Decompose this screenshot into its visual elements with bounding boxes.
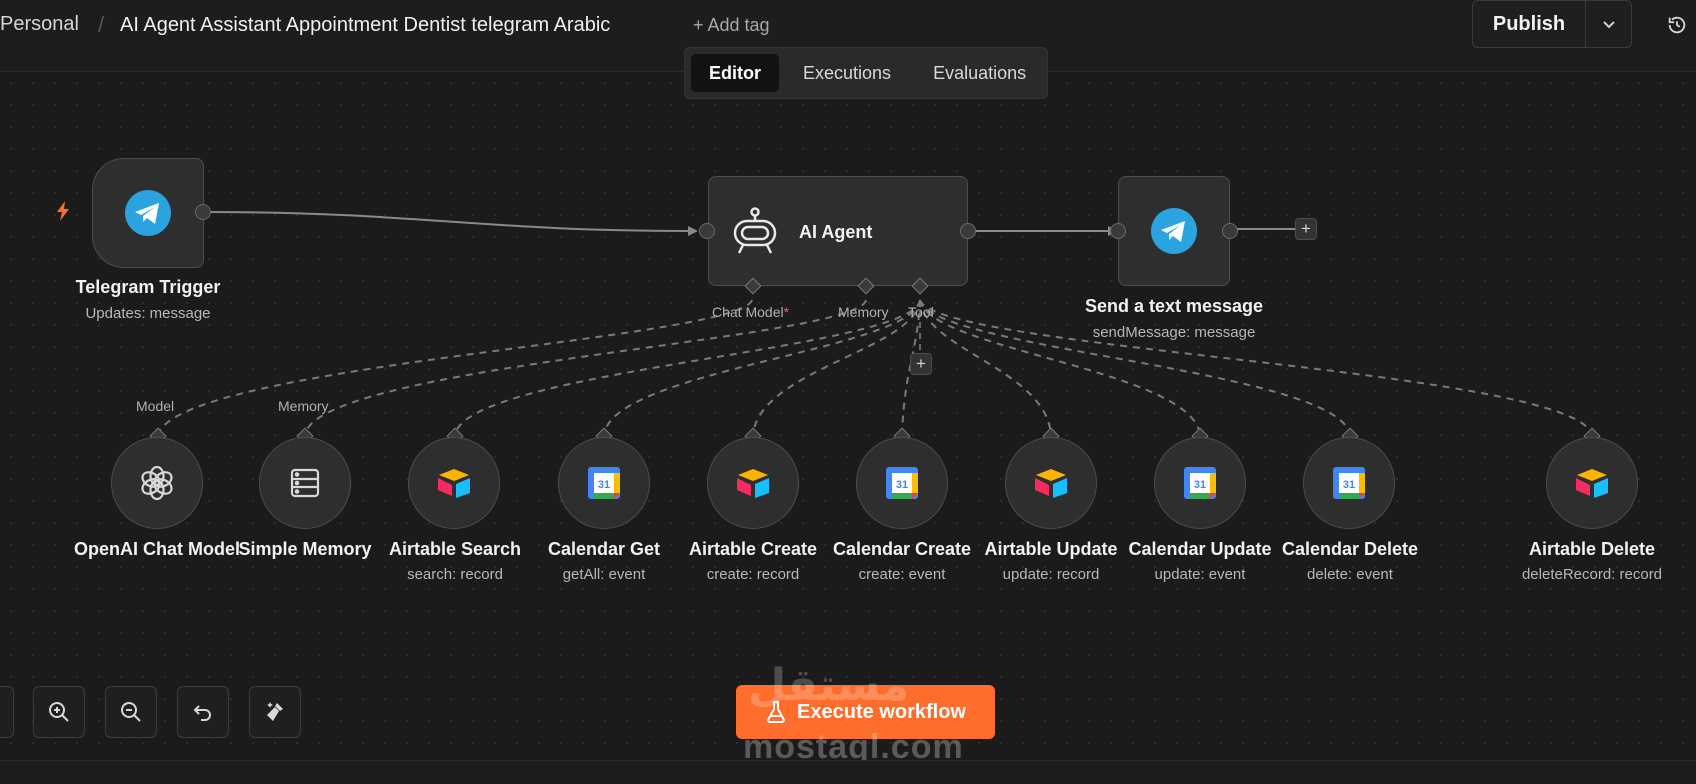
chat-model-port-label: Chat Model* [712, 304, 790, 320]
airtable-delete-subtitle: deleteRecord: record [1521, 566, 1663, 583]
telegram-trigger-output-port[interactable] [195, 204, 211, 220]
tidy-up-icon [267, 702, 283, 721]
zoom-in-button[interactable] [33, 686, 85, 738]
airtable-icon [737, 469, 769, 498]
memory-icon [290, 468, 320, 498]
publish-button[interactable]: Publish [1473, 1, 1586, 47]
calendar-day-text: 31 [896, 479, 908, 491]
telegram-icon [1151, 208, 1197, 254]
tab-editor[interactable]: Editor [691, 54, 779, 92]
chevron-down-icon [1602, 21, 1615, 29]
ai-agent-input-port[interactable] [699, 223, 715, 239]
flask-icon [767, 701, 786, 723]
tool-port-label: Tool [908, 304, 934, 320]
google-calendar-icon: 31 [588, 467, 620, 499]
google-calendar-icon: 31 [886, 467, 918, 499]
airtable-icon [1035, 469, 1067, 498]
execute-workflow-button[interactable]: Execute workflow [736, 685, 995, 739]
airtable-search-node[interactable] [408, 437, 500, 529]
tab-evaluations[interactable]: Evaluations [915, 54, 1044, 92]
publish-options-button[interactable] [1586, 1, 1631, 47]
calendar-delete-node[interactable]: 31 [1303, 437, 1395, 529]
add-next-node-button[interactable]: + [1295, 218, 1317, 240]
add-tag-button[interactable]: + Add tag [693, 15, 770, 36]
airtable-delete-title: Airtable Delete [1528, 539, 1656, 559]
zoom-out-button[interactable] [105, 686, 157, 738]
send-message-title: Send a text message [1084, 296, 1264, 316]
airtable-create-node[interactable] [707, 437, 799, 529]
undo-icon [193, 705, 211, 721]
openai-chat-model-node[interactable] [111, 437, 203, 529]
workflow-title[interactable]: AI Agent Assistant Appointment Dentist t… [120, 14, 610, 37]
zoom-out-icon [121, 702, 141, 722]
send-message-node[interactable] [1118, 176, 1230, 286]
history-icon[interactable] [1666, 14, 1688, 36]
calendar-delete-title: Calendar Delete [1281, 539, 1419, 559]
memory-sub-port-label: Memory [278, 398, 329, 414]
calendar-delete-subtitle: delete: event [1307, 566, 1393, 583]
trigger-bolt-icon [57, 201, 69, 221]
robot-icon [733, 207, 777, 254]
send-message-input-port[interactable] [1110, 223, 1126, 239]
calendar-update-node[interactable]: 31 [1154, 437, 1246, 529]
zoom-in-icon [49, 702, 69, 722]
model-port-label: Model [136, 398, 175, 414]
simple-memory-node[interactable] [259, 437, 351, 529]
calendar-day-text: 31 [1343, 479, 1355, 491]
google-calendar-icon: 31 [1333, 467, 1365, 499]
openai-icon [141, 465, 173, 501]
ai-agent-title: AI Agent [799, 222, 873, 242]
telegram-trigger-subtitle: Updates: message [85, 305, 211, 322]
calendar-create-node[interactable]: 31 [856, 437, 948, 529]
ai-agent-node[interactable]: AI Agent [708, 176, 968, 286]
bottom-panel-bar [0, 760, 1696, 784]
undo-button[interactable] [177, 686, 229, 738]
telegram-trigger-node[interactable] [92, 158, 204, 268]
calendar-day-text: 31 [598, 479, 610, 491]
google-calendar-icon: 31 [1184, 467, 1216, 499]
view-tabs: Editor Executions Evaluations [684, 47, 1048, 99]
airtable-icon [438, 469, 470, 498]
send-message-output-port[interactable] [1222, 223, 1238, 239]
breadcrumb-personal[interactable]: Personal [0, 13, 79, 36]
add-tool-button[interactable]: + [910, 353, 932, 375]
send-message-subtitle: sendMessage: message [1092, 324, 1256, 341]
calendar-get-node[interactable]: 31 [558, 437, 650, 529]
airtable-icon [1576, 469, 1608, 498]
airtable-update-node[interactable] [1005, 437, 1097, 529]
breadcrumb-separator: / [98, 12, 105, 37]
calendar-day-text: 31 [1194, 479, 1206, 491]
telegram-trigger-title: Telegram Trigger [75, 277, 221, 297]
tab-executions[interactable]: Executions [785, 54, 909, 92]
memory-port-label: Memory [838, 304, 889, 320]
ai-agent-output-port[interactable] [960, 223, 976, 239]
telegram-icon [125, 190, 171, 236]
fit-view-button[interactable] [0, 686, 14, 738]
publish-group: Publish [1472, 0, 1632, 48]
airtable-delete-node[interactable] [1546, 437, 1638, 529]
tidy-up-button[interactable] [249, 686, 301, 738]
execute-workflow-label: Execute workflow [797, 700, 966, 723]
